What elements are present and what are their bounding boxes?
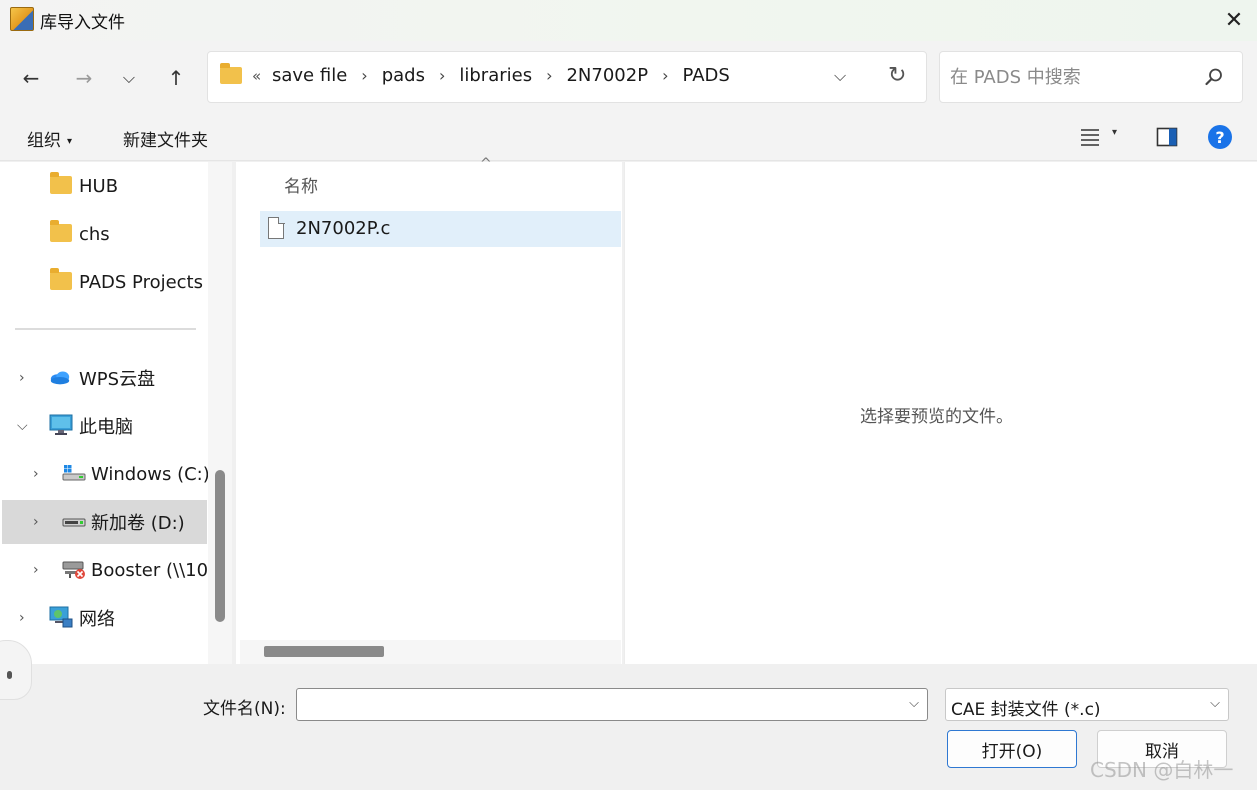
chevron-right-icon[interactable]: › [439,66,445,85]
sidebar-item-label: Windows (C:) [91,463,208,485]
folder-icon [50,220,72,242]
search-icon[interactable] [1204,67,1224,87]
folder-icon [50,172,72,194]
sidebar-divider [15,328,196,330]
file-type-value: CAE 封装文件 (*.c) [951,700,1101,720]
chevron-right-icon[interactable]: › [662,66,668,85]
new-folder-button[interactable]: 新建文件夹 [123,126,208,151]
filename-label: 文件名(N): [203,699,286,719]
up-button[interactable]: ↑ [160,63,192,93]
file-list-item[interactable]: 2N7002P.c [260,211,621,247]
preview-pane: 选择要预览的文件。 [624,162,1257,664]
preview-pane-icon[interactable] [1155,125,1179,149]
forward-button[interactable]: → [68,63,100,93]
column-header-name[interactable]: 名称 [284,172,318,197]
file-list: ^ 名称 2N7002P.c [236,156,622,664]
chevron-right-icon[interactable]: › [33,562,39,578]
breadcrumb-item[interactable]: libraries [459,65,532,86]
sidebar-item-label: 此电脑 [79,417,133,438]
search-box[interactable] [939,51,1243,103]
sidebar-item-wps-cloud[interactable]: › WPS云盘 [0,358,208,398]
organize-button[interactable]: 组织 ▾ [27,126,72,151]
sidebar-item-network[interactable]: › 网络 [0,598,208,638]
chevron-down-icon: ⌵ [1210,696,1220,711]
help-icon[interactable]: ? [1208,125,1232,149]
chevron-right-icon[interactable]: › [19,610,25,626]
filename-input[interactable] [303,693,893,717]
sidebar-item-this-pc[interactable]: ⌵ 此电脑 [0,406,208,446]
sidebar-item-label: chs [79,223,110,245]
refresh-button[interactable]: ↻ [888,63,906,88]
sidebar-scrollbar-thumb[interactable] [215,470,225,622]
folder-icon [50,268,72,290]
close-button[interactable]: ✕ [1211,0,1257,41]
breadcrumb: save file › pads › libraries › 2N7002P ›… [272,65,730,86]
windows-drive-icon [62,465,86,481]
breadcrumb-overflow-button[interactable]: « [252,67,261,85]
sidebar-item-label: 网络 [79,609,115,630]
dialog-footer: 文件名(N): ⌵ CAE 封装文件 (*.c) ⌵ 打开(O) 取消 [0,664,1257,790]
sort-ascending-icon: ^ [480,156,492,172]
address-dropdown-button[interactable]: ⌵ [834,66,846,86]
view-options-caret-icon[interactable]: ▾ [1112,127,1117,138]
chevron-right-icon[interactable]: › [19,370,25,386]
breadcrumb-item[interactable]: 2N7002P [566,65,648,86]
search-input[interactable] [950,64,1190,90]
sidebar-item-chs[interactable]: chs [0,214,208,254]
file-type-select[interactable]: CAE 封装文件 (*.c) ⌵ [945,688,1229,721]
back-button[interactable]: ← [15,63,47,93]
cancel-button[interactable]: 取消 [1097,730,1227,768]
sidebar-item-hub[interactable]: HUB [0,166,208,206]
chevron-right-icon[interactable]: › [33,514,39,530]
view-options-icon[interactable] [1078,125,1102,149]
caret-down-icon: ▾ [67,135,73,147]
sidebar-item-label: WPS云盘 [79,369,156,390]
chevron-right-icon[interactable]: › [546,66,552,85]
pads-app-icon [10,7,34,31]
mascot-eye [7,671,12,679]
navigation-pane: HUB chs PADS Projects › WPS云盘 ⌵ 此电脑 › Wi… [0,162,208,664]
sidebar-item-new-volume-d[interactable]: › 新加卷 (D:) [2,500,207,544]
address-bar[interactable]: « save file › pads › libraries › 2N7002P… [207,51,927,103]
filename-combobox[interactable]: ⌵ [296,688,928,721]
recent-locations-button[interactable]: ⌵ [113,63,145,93]
sidebar-item-label: Booster (\\10. [91,559,208,581]
open-button[interactable]: 打开(O) [947,730,1077,768]
breadcrumb-item[interactable]: PADS [682,65,729,86]
title-bar: 库导入文件 ✕ [0,0,1257,41]
drive-icon [62,518,86,527]
sidebar-item-windows-c[interactable]: › Windows (C:) [0,454,208,494]
sidebar-item-label: 新加卷 (D:) [91,513,185,534]
folder-icon [220,63,242,84]
organize-label: 组织 [27,131,61,151]
sidebar-item-pads-projects[interactable]: PADS Projects [0,262,208,302]
network-icon [49,606,73,628]
assistant-mascot-icon[interactable] [0,640,32,700]
preview-message: 选择要预览的文件。 [860,407,1013,427]
network-drive-icon [62,561,85,579]
chevron-down-icon[interactable]: ⌵ [17,418,28,434]
breadcrumb-item[interactable]: pads [382,65,425,86]
file-name: 2N7002P.c [296,218,391,239]
breadcrumb-item[interactable]: save file [272,65,347,86]
cloud-icon [50,371,70,385]
command-bar: 组织 ▾ 新建文件夹 ▾ ? [0,113,1257,161]
computer-icon [49,414,73,435]
chevron-down-icon[interactable]: ⌵ [909,696,919,711]
chevron-right-icon[interactable]: › [361,66,367,85]
sidebar-item-booster[interactable]: › Booster (\\10. [0,550,208,590]
chevron-right-icon[interactable]: › [33,466,39,482]
file-icon [268,216,285,239]
sidebar-item-label: HUB [79,175,119,197]
navigation-bar: ← → ⌵ ↑ « save file › pads › libraries ›… [0,41,1257,113]
horizontal-scrollbar-thumb[interactable] [264,646,384,657]
sidebar-item-label: PADS Projects [79,271,203,293]
window-title: 库导入文件 [40,13,125,33]
